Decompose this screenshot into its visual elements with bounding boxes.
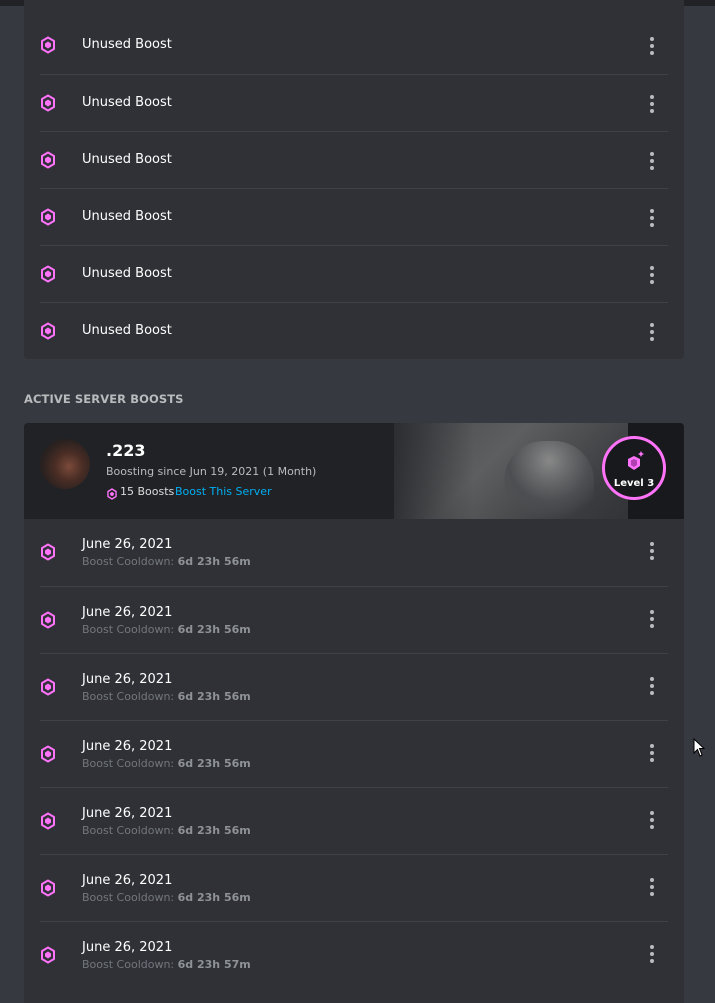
boost-cooldown-label: Boost Cooldown: [82, 958, 175, 971]
boost-cooldown-value: 6d 23h 56m [177, 555, 251, 568]
more-options-icon[interactable] [644, 743, 660, 763]
more-options-icon[interactable] [644, 36, 660, 56]
boost-cooldown-value: 6d 23h 57m [177, 958, 251, 971]
unused-boost-label: Unused Boost [82, 95, 172, 110]
active-boost-row: June 26, 2021 Boost Cooldown: 6d 23h 57m [40, 921, 668, 988]
boost-cooldown-label: Boost Cooldown: [82, 824, 175, 837]
active-boost-row: June 26, 2021 Boost Cooldown: 6d 23h 56m [40, 519, 668, 585]
boost-cooldown-value: 6d 23h 56m [177, 757, 251, 770]
unused-boost-label: Unused Boost [82, 209, 172, 224]
boost-date: June 26, 2021 [82, 873, 173, 888]
boost-date: June 26, 2021 [82, 605, 173, 620]
boost-count: 15 Boosts [120, 485, 175, 498]
more-options-icon[interactable] [644, 151, 660, 171]
more-options-icon[interactable] [644, 208, 660, 228]
boost-gem-icon [40, 812, 56, 830]
boost-date: June 26, 2021 [82, 739, 173, 754]
active-boosts-heading: ACTIVE SERVER BOOSTS [24, 392, 184, 406]
boost-date: June 26, 2021 [82, 537, 173, 552]
boost-date: June 26, 2021 [82, 806, 173, 821]
boost-this-server-link[interactable]: Boost This Server [175, 485, 272, 498]
unused-boost-label: Unused Boost [82, 266, 172, 281]
unused-boost-row: Unused Boost [40, 131, 668, 188]
unused-boost-row: Unused Boost [40, 245, 668, 302]
boost-cooldown: Boost Cooldown: 6d 23h 56m [82, 690, 251, 703]
unused-boost-row: Unused Boost [40, 74, 668, 131]
active-boost-row: June 26, 2021 Boost Cooldown: 6d 23h 56m [40, 720, 668, 787]
active-boost-row: June 26, 2021 Boost Cooldown: 6d 23h 56m [40, 586, 668, 653]
boost-cooldown: Boost Cooldown: 6d 23h 56m [82, 824, 251, 837]
server-boost-header: .223 Boosting since Jun 19, 2021 (1 Mont… [24, 423, 684, 519]
boost-cooldown: Boost Cooldown: 6d 23h 57m [82, 958, 251, 971]
boost-cooldown-label: Boost Cooldown: [82, 555, 175, 568]
more-options-icon[interactable] [644, 810, 660, 830]
boost-gem-icon [40, 745, 56, 763]
boost-cooldown-value: 6d 23h 56m [177, 824, 251, 837]
more-options-icon[interactable] [644, 609, 660, 629]
unused-boost-row: Unused Boost [40, 302, 668, 359]
boost-cooldown-value: 6d 23h 56m [177, 891, 251, 904]
boost-gem-icon [40, 265, 56, 283]
boost-date: June 26, 2021 [82, 672, 173, 687]
boost-gem-icon [40, 94, 56, 112]
server-banner-figure [504, 441, 594, 519]
boost-gem-icon [40, 151, 56, 169]
server-level-badge: Level 3 [602, 436, 666, 500]
unused-boost-label: Unused Boost [82, 152, 172, 167]
boost-gem-icon [40, 543, 56, 561]
boost-cooldown: Boost Cooldown: 6d 23h 56m [82, 555, 251, 568]
boost-gem-icon [40, 946, 56, 964]
boost-cooldown: Boost Cooldown: 6d 23h 56m [82, 623, 251, 636]
more-options-icon[interactable] [644, 541, 660, 561]
boosting-since: Boosting since Jun 19, 2021 (1 Month) [106, 465, 317, 478]
boost-gem-icon [40, 879, 56, 897]
boost-gem-icon [40, 322, 56, 340]
boost-gem-icon [40, 611, 56, 629]
boost-date: June 26, 2021 [82, 940, 173, 955]
more-options-icon[interactable] [644, 322, 660, 342]
boost-gem-icon [40, 208, 56, 226]
boost-cooldown-value: 6d 23h 56m [177, 623, 251, 636]
more-options-icon[interactable] [644, 265, 660, 285]
unused-boost-label: Unused Boost [82, 37, 172, 52]
server-banner-fade [364, 423, 474, 519]
unused-boosts-panel: Unused Boost Unused Boost Unused Boost Unus… [24, 0, 684, 359]
server-name: .223 [106, 441, 146, 460]
boost-cooldown-label: Boost Cooldown: [82, 623, 175, 636]
boost-cooldown-label: Boost Cooldown: [82, 690, 175, 703]
boost-gem-icon [40, 678, 56, 696]
more-options-icon[interactable] [644, 676, 660, 696]
boost-cooldown: Boost Cooldown: 6d 23h 56m [82, 891, 251, 904]
boost-gem-icon [40, 36, 56, 54]
mouse-cursor-icon [693, 737, 706, 762]
more-options-icon[interactable] [644, 877, 660, 897]
boost-level-icon [627, 450, 645, 476]
unused-boost-row: Unused Boost [40, 188, 668, 245]
active-boost-row: June 26, 2021 Boost Cooldown: 6d 23h 56m [40, 854, 668, 921]
active-boost-row: June 26, 2021 Boost Cooldown: 6d 23h 56m [40, 787, 668, 854]
boost-cooldown-value: 6d 23h 56m [177, 690, 251, 703]
active-boost-row: June 26, 2021 Boost Cooldown: 6d 23h 56m [40, 653, 668, 720]
boost-cooldown: Boost Cooldown: 6d 23h 56m [82, 757, 251, 770]
more-options-icon[interactable] [644, 94, 660, 114]
unused-boost-row: Unused Boost [40, 17, 668, 73]
more-options-icon[interactable] [644, 944, 660, 964]
boost-cooldown-label: Boost Cooldown: [82, 891, 175, 904]
active-boosts-panel: .223 Boosting since Jun 19, 2021 (1 Mont… [24, 423, 684, 1003]
boost-gem-icon [107, 485, 117, 504]
server-level: Level 3 [613, 478, 655, 489]
boost-cooldown-label: Boost Cooldown: [82, 757, 175, 770]
server-avatar[interactable] [40, 439, 90, 489]
unused-boost-label: Unused Boost [82, 323, 172, 338]
